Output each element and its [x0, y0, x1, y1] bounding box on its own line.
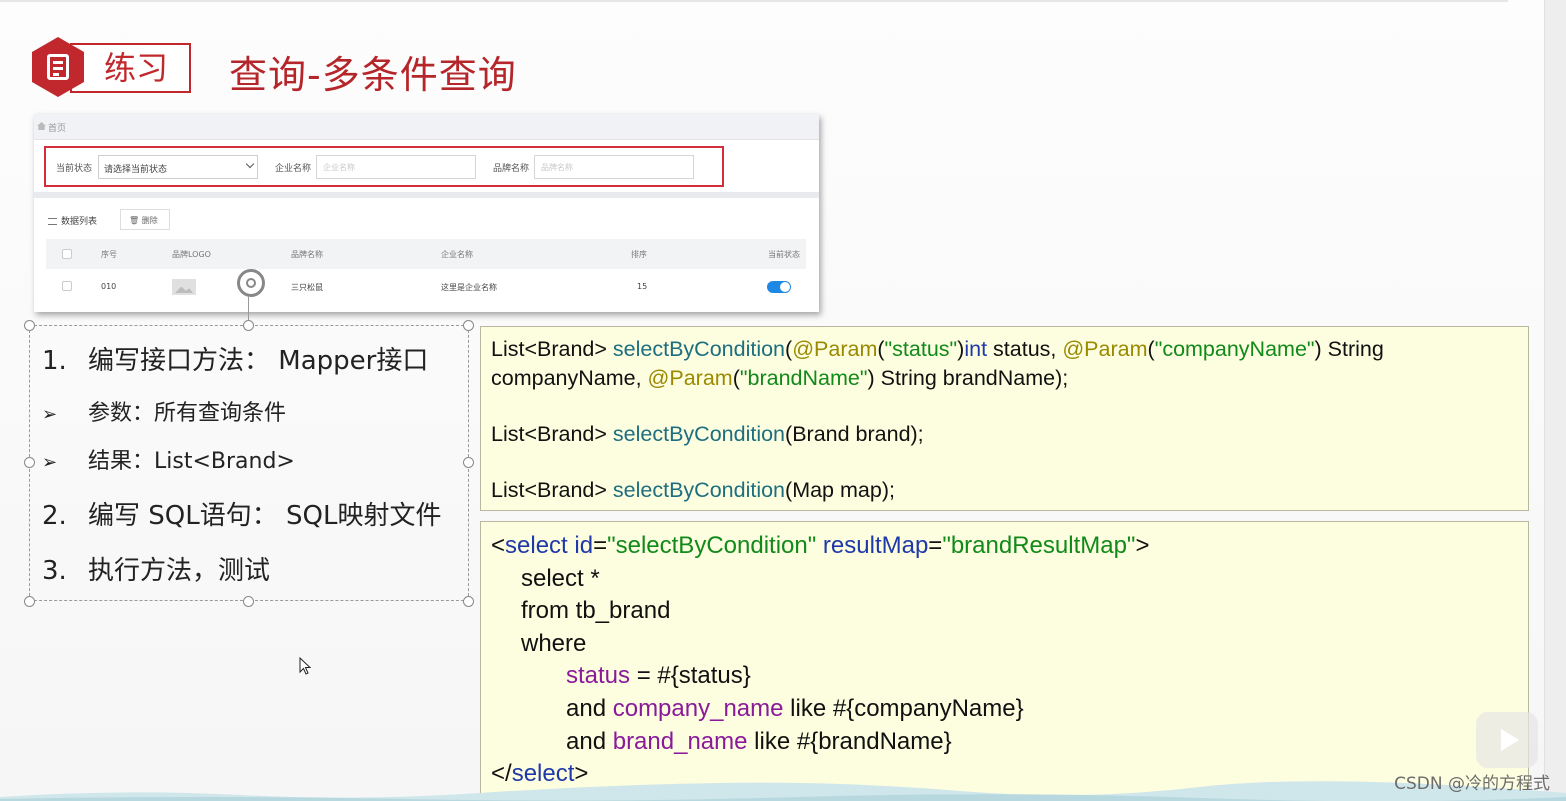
document-icon: [47, 54, 69, 80]
embedded-screenshot: 首页 当前状态 请选择当前状态 企业名称 企业名称 品牌名称 品牌名称 数据列表…: [34, 114, 819, 312]
step-number: 3.: [42, 556, 67, 586]
resize-handle[interactable]: [463, 457, 474, 468]
code-line: from tb_brand: [521, 597, 671, 625]
step-item: 1. 编写接口方法： Mapper接口: [42, 340, 428, 377]
code-line: select *: [521, 564, 600, 592]
brand-filter-label: 品牌名称: [493, 164, 530, 174]
step-item: 3. 执行方法，测试: [42, 550, 270, 587]
code-line: List<Brand> selectByCondition(Map map);: [491, 478, 895, 502]
step-sub-item: ➢ 结果：List<Brand>: [42, 443, 295, 475]
column-header: 排序: [631, 250, 647, 259]
code-line: where: [521, 629, 587, 657]
brand-placeholder: 品牌名称: [541, 163, 573, 172]
step-sub-item: ➢ 参数：所有查询条件: [42, 395, 286, 427]
step-text: 编写 SQL语句： SQL映射文件: [88, 501, 442, 531]
code-line: List<Brand> selectByCondition(Brand bran…: [491, 422, 924, 446]
step-number: 2.: [42, 501, 67, 531]
rotate-handle-icon[interactable]: [237, 269, 265, 297]
step-text: 执行方法，测试: [88, 556, 271, 586]
column-header: 当前状态: [768, 250, 800, 259]
home-icon: [37, 122, 46, 130]
table-row: 010 三只松鼠 这里是企业名称 15: [46, 270, 806, 300]
table-header: 序号 品牌LOGO 品牌名称 企业名称 排序 当前状态: [46, 239, 806, 269]
code-line: and brand_name like #{brandName}: [566, 727, 952, 755]
list-icon: [48, 218, 57, 225]
code-line: List<Brand> selectByCondition(@Param("st…: [491, 337, 1384, 361]
column-header: 品牌名称: [291, 250, 323, 259]
step-text: 参数：所有查询条件: [88, 401, 287, 426]
bottom-wave-decoration: [0, 781, 1566, 801]
resize-handle[interactable]: [243, 596, 254, 607]
row-id: 010: [101, 282, 117, 291]
xml-code-panel: <select id="selectByCondition" resultMap…: [480, 521, 1529, 797]
video-player-icon[interactable]: [1476, 712, 1538, 768]
mouse-cursor-icon: [299, 657, 311, 675]
arrow-bullet-icon: ➢: [42, 404, 58, 425]
exercise-badge: 练习: [70, 43, 191, 93]
delete-label: 删除: [141, 216, 158, 225]
status-select-value: 请选择当前状态: [104, 165, 168, 175]
breadcrumb: 首页: [34, 114, 819, 140]
image-placeholder-icon: [172, 279, 196, 295]
column-header: 品牌LOGO: [172, 250, 211, 259]
brand-name-input[interactable]: 品牌名称: [534, 155, 694, 179]
step-text: 结果：List<Brand>: [88, 449, 295, 474]
delete-button[interactable]: 🗑 删除: [120, 209, 170, 230]
select-all-checkbox[interactable]: [62, 249, 72, 259]
resize-handle[interactable]: [243, 320, 254, 331]
status-filter-label: 当前状态: [56, 164, 93, 174]
exercise-label: 练习: [104, 49, 169, 87]
breadcrumb-label[interactable]: 首页: [48, 121, 66, 134]
row-company-name: 这里是企业名称: [441, 283, 497, 292]
column-header: 企业名称: [441, 250, 473, 259]
company-placeholder: 企业名称: [323, 163, 355, 172]
row-checkbox[interactable]: [62, 281, 72, 291]
company-name-input[interactable]: 企业名称: [316, 155, 476, 179]
filter-form: 当前状态 请选择当前状态 企业名称 企业名称 品牌名称 品牌名称: [44, 146, 724, 187]
list-title: 数据列表: [48, 214, 97, 227]
status-toggle[interactable]: [767, 281, 791, 293]
step-item: 2. 编写 SQL语句： SQL映射文件: [42, 495, 441, 532]
arrow-bullet-icon: ➢: [42, 452, 58, 473]
code-line: companyName, @Param("brandName") String …: [491, 366, 1069, 390]
chevron-down-icon: [245, 159, 255, 169]
step-text: 编写接口方法： Mapper接口: [88, 346, 429, 376]
java-code-panel: List<Brand> selectByCondition(@Param("st…: [480, 326, 1529, 511]
resize-handle[interactable]: [24, 596, 35, 607]
resize-handle[interactable]: [24, 320, 35, 331]
code-line: <select id="selectByCondition" resultMap…: [491, 532, 1150, 559]
right-scrollbar[interactable]: [1544, 0, 1566, 801]
code-line: and company_name like #{companyName}: [566, 694, 1024, 722]
row-order: 15: [637, 282, 648, 291]
slide-title: 查询-多条件查询: [229, 53, 517, 97]
status-select[interactable]: 请选择当前状态: [98, 155, 258, 179]
column-header: 序号: [101, 250, 117, 259]
watermark: CSDN @冷的方程式: [1394, 774, 1550, 794]
company-filter-label: 企业名称: [275, 164, 312, 174]
list-title-text: 数据列表: [61, 217, 98, 227]
row-brand-name: 三只松鼠: [291, 283, 323, 292]
resize-handle[interactable]: [463, 596, 474, 607]
slide: 练习 查询-多条件查询 首页 当前状态 请选择当前状态 企业名称 企业名称 品牌…: [0, 0, 1566, 801]
code-line: status = #{status}: [566, 662, 751, 690]
resize-handle[interactable]: [463, 320, 474, 331]
top-border: [0, 0, 1508, 2]
step-number: 1.: [42, 346, 67, 376]
resize-handle[interactable]: [24, 457, 35, 468]
section-divider: [34, 192, 819, 198]
